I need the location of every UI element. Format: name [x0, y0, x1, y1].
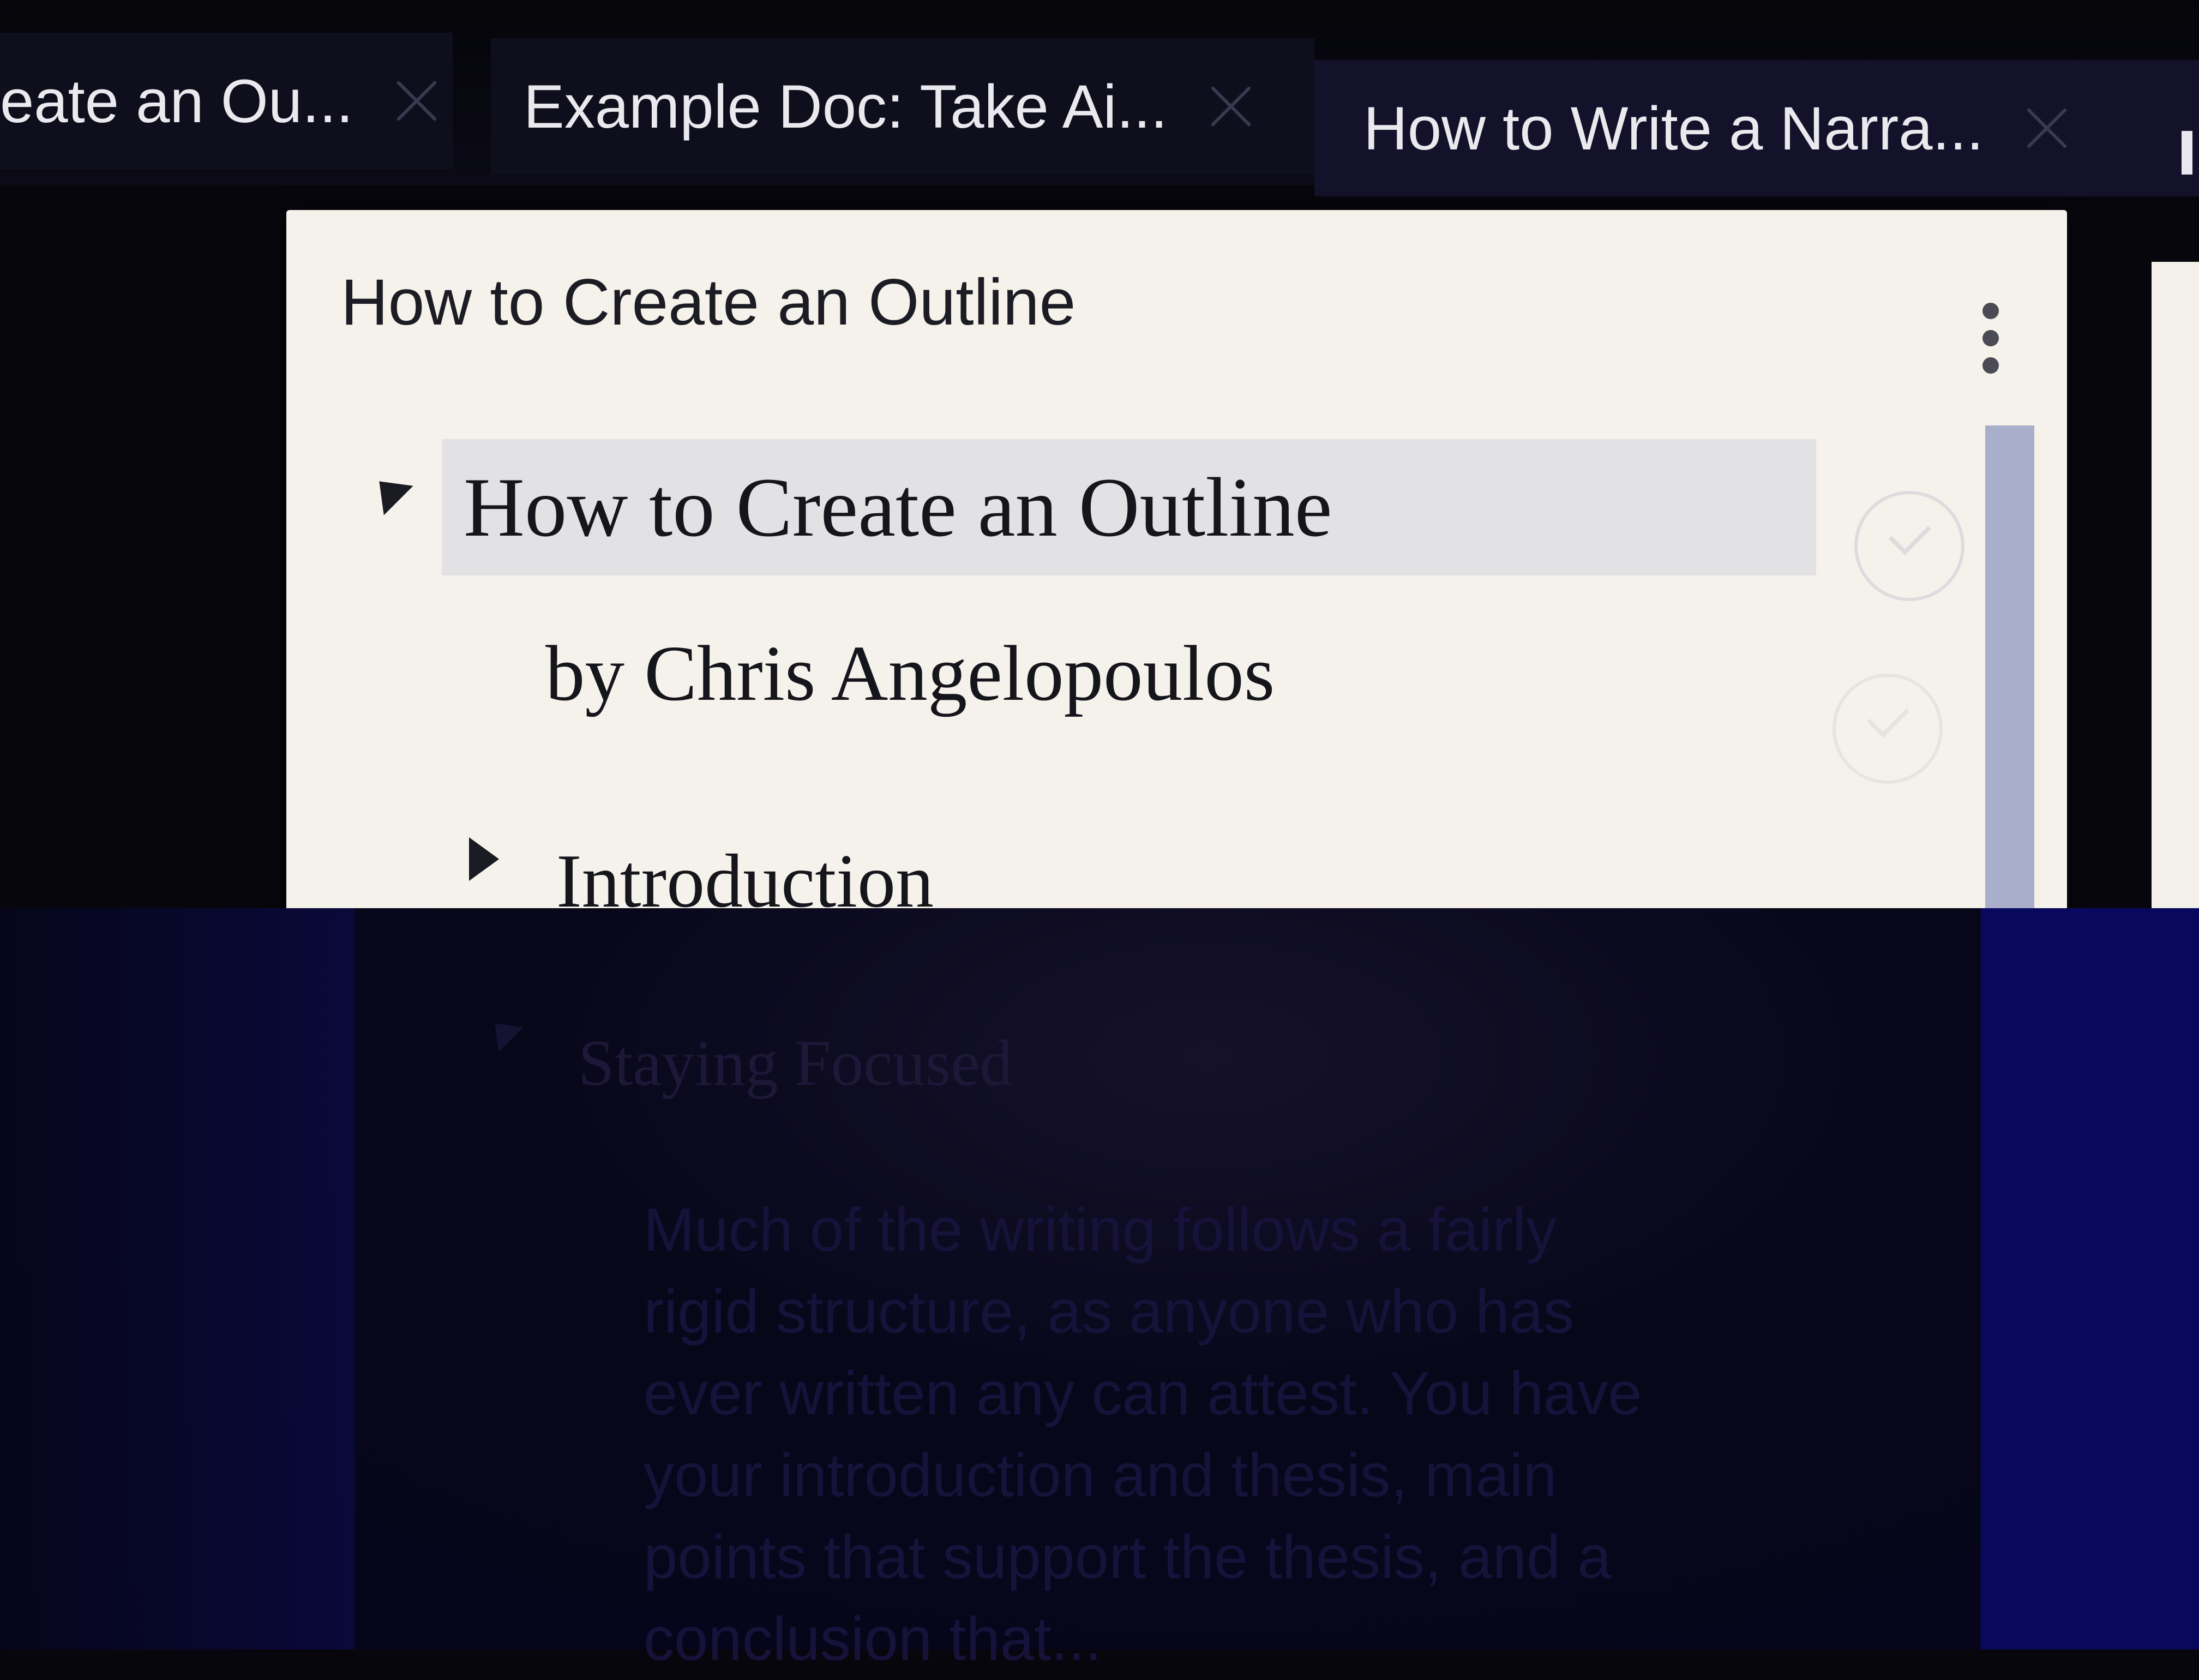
check-circle-icon[interactable]	[1832, 674, 1943, 784]
outline-item-introduction[interactable]: Introduction	[556, 826, 934, 920]
outline-item-label: How to Create an Outline	[464, 460, 1332, 554]
expand-arrow-icon[interactable]	[364, 466, 413, 515]
section-heading: Staying Focused	[578, 1027, 1013, 1099]
outline-item-label: Introduction	[556, 838, 934, 920]
outline-item-author[interactable]: by Chris Angelopoulos	[545, 619, 1275, 728]
tab-create-outline[interactable]: eate an Ou...	[0, 33, 453, 169]
dimmed-right-band	[1981, 908, 2199, 1649]
tab-bar: eate an Ou... Example Doc: Take Ai... Ho…	[0, 0, 2199, 196]
close-icon[interactable]	[2022, 104, 2071, 153]
collapsed-arrow-icon[interactable]	[469, 837, 499, 881]
close-icon[interactable]	[1206, 82, 1255, 131]
tab-label: Example Doc: Take Ai...	[524, 72, 1168, 141]
panel-title: How to Create an Outline	[341, 266, 1076, 339]
outline-item-label: by Chris Angelopoulos	[545, 630, 1275, 717]
check-circle-icon[interactable]	[1854, 491, 1964, 601]
close-icon[interactable]	[392, 76, 441, 125]
tab-label: How to Write a Narra...	[1363, 94, 1984, 163]
outline-panel: How to Create an Outline How to Create a…	[286, 210, 2067, 919]
outline-item-title[interactable]: How to Create an Outline	[442, 439, 1816, 575]
kebab-menu-icon[interactable]	[1980, 303, 2002, 379]
scrollbar[interactable]	[1985, 425, 2034, 919]
tab-edge	[2182, 131, 2192, 175]
tab-narrative[interactable]: How to Write a Narra...	[1314, 60, 2199, 196]
side-panel-edge	[2152, 262, 2199, 908]
tab-example-doc[interactable]: Example Doc: Take Ai...	[491, 38, 1314, 175]
dimmed-left-band	[0, 908, 355, 1649]
section-paragraph: Much of the writing follows a fairly rig…	[644, 1196, 1642, 1673]
tab-label: eate an Ou...	[0, 67, 353, 135]
